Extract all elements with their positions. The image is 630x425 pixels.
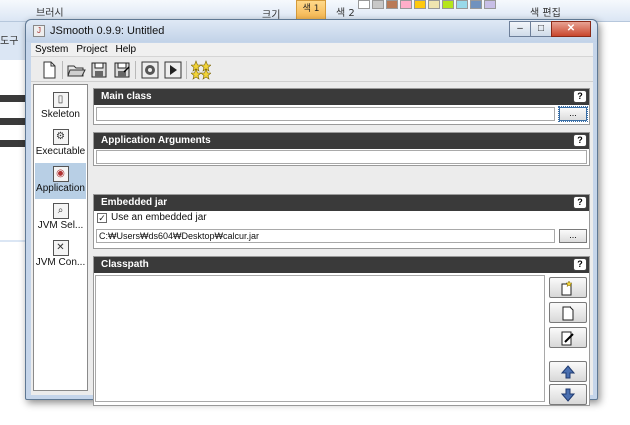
add-file-icon <box>562 306 574 321</box>
move-down-icon <box>560 388 576 402</box>
help-icon[interactable]: ? <box>573 258 587 271</box>
toolbar-separator <box>135 61 136 79</box>
app-args-panel: Application Arguments ? <box>93 132 590 166</box>
open-folder-icon[interactable] <box>66 60 86 80</box>
sidebar: ▯ Skeleton ⚙ Executable ◉ Application ⌕ … <box>33 84 88 391</box>
sidebar-item-label: Application <box>36 183 85 194</box>
window-title: JSmooth 0.9.9: Untitled <box>50 25 165 37</box>
help-icon[interactable]: ? <box>573 196 587 209</box>
help-icon[interactable]: ? <box>573 90 587 103</box>
toolbar-separator <box>186 61 187 79</box>
sidebar-item-executable[interactable]: ⚙ Executable <box>35 126 86 162</box>
add-folder-button[interactable] <box>549 277 587 298</box>
main-content: ▯ Skeleton ⚙ Executable ◉ Application ⌕ … <box>31 82 593 406</box>
maximize-button[interactable]: □ <box>530 21 552 37</box>
color-swatch <box>372 0 384 9</box>
color-swatch <box>484 0 496 9</box>
main-class-header: Main class ? <box>94 89 589 105</box>
color2-label: 색 2 <box>336 8 355 19</box>
help-icon[interactable]: ? <box>573 134 587 147</box>
brush-label: 브러시 <box>36 8 64 19</box>
save-icon[interactable] <box>89 60 109 80</box>
classpath-list[interactable] <box>95 275 545 402</box>
embedded-jar-header: Embedded jar ? <box>94 195 589 211</box>
executable-gear-icon: ⚙ <box>52 129 69 145</box>
toolbar-separator <box>62 61 63 79</box>
close-button[interactable]: ✕ <box>551 21 591 37</box>
add-file-button[interactable] <box>549 302 587 323</box>
save-as-icon[interactable] <box>112 60 132 80</box>
move-up-button[interactable] <box>549 361 587 382</box>
app-args-field[interactable] <box>96 150 587 164</box>
app-args-header: Application Arguments ? <box>94 133 589 149</box>
embedded-jar-checkbox-label: Use an embedded jar <box>111 212 207 223</box>
main-class-title: Main class <box>101 91 152 102</box>
classpath-panel: Classpath ? <box>93 256 590 406</box>
edit-entry-button[interactable] <box>549 327 587 348</box>
embedded-jar-title: Embedded jar <box>101 197 168 208</box>
menu-project[interactable]: Project <box>72 44 111 55</box>
color-swatch <box>442 0 454 9</box>
classpath-title: Classpath <box>101 259 149 270</box>
color-swatch <box>456 0 468 9</box>
app-args-title: Application Arguments <box>101 135 211 146</box>
run-icon[interactable] <box>163 60 183 80</box>
skeleton-icon: ▯ <box>52 92 69 108</box>
jsmooth-window: J JSmooth 0.9.9: Untitled – □ ✕ System P… <box>25 19 598 406</box>
color-swatch <box>470 0 482 9</box>
add-folder-icon <box>561 280 573 296</box>
move-down-button[interactable] <box>549 384 587 405</box>
jar-path-field[interactable]: C:₩Users₩ds604₩Desktop₩calcur.jar <box>96 229 555 243</box>
color-swatch <box>414 0 426 9</box>
main-class-browse-button[interactable]: ... <box>558 106 588 122</box>
sidebar-item-jvm-selection[interactable]: ⌕ JVM Sel... <box>35 200 86 236</box>
menu-system[interactable]: System <box>31 44 72 55</box>
jvm-configuration-icon: ✕ <box>52 240 69 256</box>
application-icon: ◉ <box>52 166 69 182</box>
sidebar-item-jvm-configuration[interactable]: ✕ JVM Con... <box>35 237 86 273</box>
new-icon[interactable] <box>39 60 59 80</box>
sidebar-item-label: JVM Sel... <box>37 220 84 231</box>
sidebar-item-label: JVM Con... <box>35 257 86 268</box>
embedded-jar-checkbox[interactable]: ✓ <box>97 213 107 223</box>
sidebar-item-label: Skeleton <box>41 109 80 120</box>
toolbar <box>31 56 593 82</box>
minimize-button[interactable]: – <box>509 21 531 37</box>
embedded-jar-panel: Embedded jar ? ✓ Use an embedded jar C:₩… <box>93 194 590 249</box>
jvm-selection-icon: ⌕ <box>52 203 69 219</box>
sidebar-item-application[interactable]: ◉ Application <box>35 163 86 199</box>
wizard-stars-icon[interactable] <box>191 60 211 80</box>
app-icon[interactable]: J <box>33 25 45 37</box>
color-swatch <box>386 0 398 9</box>
menu-help[interactable]: Help <box>111 44 140 55</box>
main-class-panel: Main class ? ... <box>93 88 590 125</box>
edit-colors-label: 색 편집 <box>530 8 561 19</box>
color-swatch <box>358 0 370 9</box>
move-up-icon <box>560 365 576 379</box>
sidebar-item-label: Executable <box>35 146 86 157</box>
color-swatch <box>400 0 412 9</box>
color-swatch <box>428 0 440 9</box>
tools-label: 도구 <box>0 36 19 47</box>
edit-icon <box>561 331 574 346</box>
main-class-field[interactable] <box>96 107 555 121</box>
sidebar-item-skeleton[interactable]: ▯ Skeleton <box>35 89 86 125</box>
menu-bar: System Project Help <box>31 43 593 56</box>
classpath-header: Classpath ? <box>94 257 589 273</box>
settings-gear-icon[interactable] <box>140 60 160 80</box>
title-bar[interactable]: J JSmooth 0.9.9: Untitled – □ ✕ <box>26 20 597 42</box>
jar-browse-button[interactable]: ... <box>559 229 587 243</box>
